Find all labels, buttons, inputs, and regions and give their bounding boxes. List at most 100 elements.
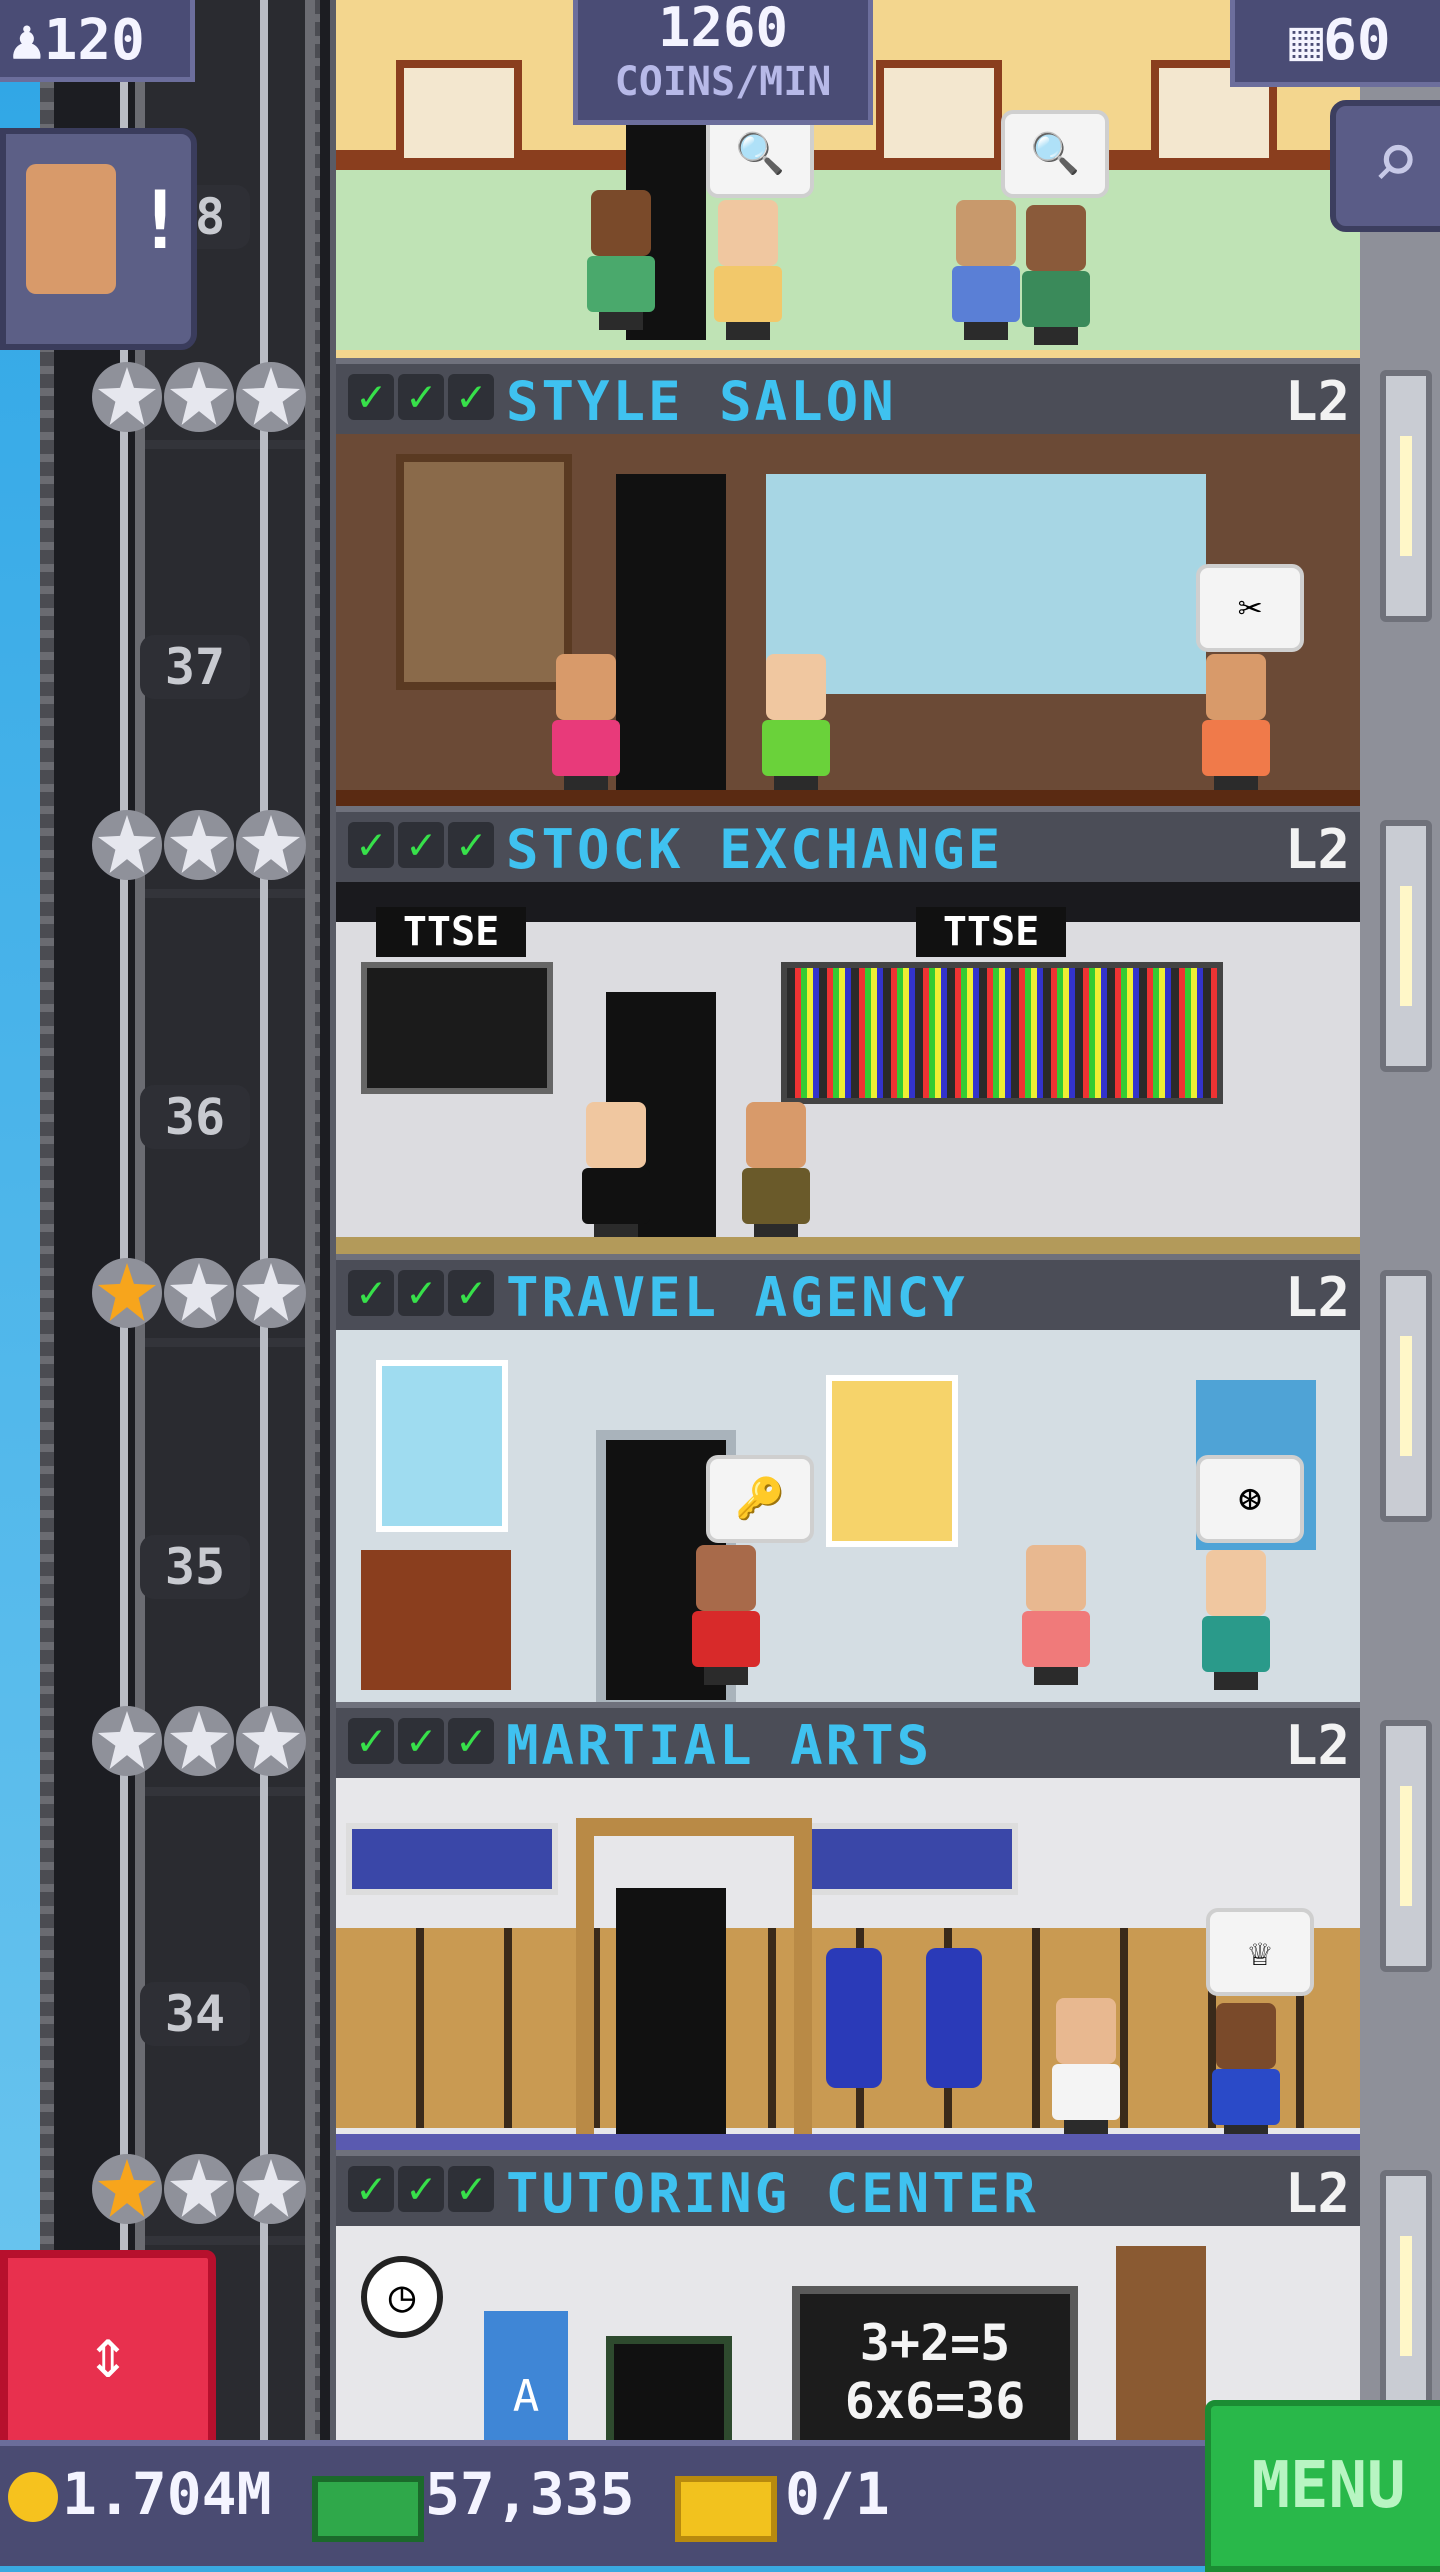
key-bubble-icon[interactable]: 🔑 — [706, 1455, 814, 1543]
dojo-banner — [346, 1823, 558, 1895]
search-bubble-icon[interactable]: 🔍 — [1001, 110, 1109, 198]
bitizen[interactable] — [686, 1545, 766, 1685]
rating-star-slot — [164, 362, 234, 432]
bitizen[interactable] — [576, 1102, 656, 1242]
check-icon: ✓ — [348, 1718, 394, 1764]
floor-number: 35 — [140, 1535, 250, 1599]
bitizen[interactable] — [946, 200, 1026, 340]
check-icon: ✓ — [348, 2166, 394, 2212]
check-icon: ✓ — [448, 374, 494, 420]
floor-room-martial-arts[interactable]: ♕ — [336, 1778, 1360, 2150]
check-icon: ✓ — [398, 1270, 444, 1316]
check-icon: ✓ — [448, 822, 494, 868]
bitizen[interactable] — [1206, 2003, 1286, 2143]
bitizen[interactable] — [1016, 1545, 1096, 1685]
floor-room-travel-agency[interactable]: 🔑 ⊛ — [336, 1330, 1360, 1702]
wall-window — [1380, 820, 1432, 1072]
clock-icon: ◷ — [361, 2256, 443, 2338]
bitizen[interactable] — [1196, 1550, 1276, 1690]
stock-ticker-board — [781, 962, 1223, 1104]
up-down-arrows-icon: ⇕ — [86, 2312, 130, 2394]
income-value: 1260 — [657, 0, 789, 59]
rating-star-slot — [236, 810, 306, 880]
floor-count[interactable]: ▦60 — [1230, 0, 1440, 87]
floor-level: L2 — [1284, 1266, 1350, 1329]
bux-amount: 57,335 — [425, 2460, 635, 2528]
chalkboard-line: 3+2=5 — [859, 2314, 1011, 2372]
star-icon — [170, 1263, 228, 1321]
star-icon — [242, 1711, 300, 1769]
lifebuoy-bubble-icon[interactable]: ⊛ — [1196, 1455, 1304, 1543]
check-icon: ✓ — [348, 374, 394, 420]
bitizen[interactable] — [708, 200, 788, 340]
wall-painting — [396, 60, 522, 166]
rating-star-slot — [164, 2154, 234, 2224]
search-button[interactable]: ⌕ — [1330, 100, 1440, 232]
floor-level: L2 — [1284, 818, 1350, 881]
star-icon — [242, 367, 300, 425]
tickets-amount: 0/1 — [785, 2460, 890, 2528]
travel-poster — [376, 1360, 508, 1532]
rating-star-slot — [164, 810, 234, 880]
star-icon — [242, 2159, 300, 2217]
vip-visitor-card[interactable]: ! — [0, 128, 197, 350]
chalkboard: 3+2=5 6x6=36 — [792, 2286, 1078, 2440]
scissors-bubble-icon[interactable]: ✂ — [1196, 564, 1304, 652]
bitizen[interactable] — [1046, 1998, 1126, 2138]
bitizen[interactable] — [756, 654, 836, 794]
gold-star-icon — [98, 1263, 156, 1321]
bitizen[interactable] — [581, 190, 661, 330]
alert-icon: ! — [136, 174, 185, 267]
punching-bag — [826, 1948, 882, 2088]
rating-star-slot — [92, 362, 162, 432]
ttse-sign: TTSE — [376, 907, 526, 957]
stock-chart-screen — [361, 962, 553, 1094]
star-icon — [170, 1711, 228, 1769]
check-icon: ✓ — [448, 1718, 494, 1764]
coin-icon — [8, 2472, 58, 2522]
floor-banner[interactable]: ✓ ✓ ✓ TUTORING CENTER L2 — [336, 2150, 1360, 2238]
gold-star-icon — [98, 2159, 156, 2217]
check-icon: ✓ — [448, 2166, 494, 2212]
person-icon: ♟ — [10, 8, 44, 73]
rating-star-slot — [92, 1258, 162, 1328]
vip-avatar — [26, 164, 116, 294]
sky — [0, 0, 40, 2560]
floor-banner[interactable]: ✓ ✓ ✓ TRAVEL AGENCY L2 — [336, 1254, 1360, 1342]
bitizen[interactable] — [1196, 654, 1276, 794]
floor-number: 36 — [140, 1085, 250, 1149]
punching-bag — [926, 1948, 982, 2088]
rating-star-slot — [236, 362, 306, 432]
check-icon: ✓ — [448, 1270, 494, 1316]
floor-number: 37 — [140, 635, 250, 699]
search-icon: ⌕ — [1371, 114, 1421, 207]
brochure-rack — [361, 1550, 511, 1690]
floor-room-stock-exchange[interactable]: TTSE TTSE — [336, 882, 1360, 1254]
check-icon: ✓ — [398, 374, 444, 420]
floor-banner[interactable]: ✓ ✓ ✓ STOCK EXCHANGE L2 — [336, 806, 1360, 894]
floor-level: L2 — [1284, 370, 1350, 433]
rating-star-slot — [92, 2154, 162, 2224]
bitizen[interactable] — [1016, 205, 1096, 345]
star-icon — [170, 367, 228, 425]
star-icon — [242, 815, 300, 873]
floor-banner[interactable]: ✓ ✓ ✓ MARTIAL ARTS L2 — [336, 1702, 1360, 1790]
floor-name: STOCK EXCHANGE — [506, 818, 1004, 881]
elevator-button[interactable]: ⇕ — [0, 2250, 216, 2456]
bookshelf — [1116, 2246, 1206, 2440]
bitizen[interactable] — [546, 654, 626, 794]
chalkboard-line: 6x6=36 — [844, 2372, 1026, 2430]
bitizen[interactable] — [736, 1102, 816, 1242]
ttse-sign: TTSE — [916, 907, 1066, 957]
income-display[interactable]: 1260 COINS/MIN — [573, 0, 873, 125]
floor-room-style-salon[interactable]: ✂ — [336, 434, 1360, 806]
apple-poster: A — [484, 2311, 568, 2440]
floor-name: TUTORING CENTER — [506, 2162, 1039, 2225]
tower-outer-wall — [1360, 0, 1440, 2440]
room-door — [616, 474, 726, 794]
coins-amount: 1.704M — [62, 2460, 272, 2528]
population-counter[interactable]: ♟120 — [0, 0, 195, 82]
floor-banner[interactable]: ✓ ✓ ✓ STYLE SALON L2 — [336, 358, 1360, 446]
menu-button[interactable]: MENU — [1205, 2400, 1440, 2572]
trophy-bubble-icon[interactable]: ♕ — [1206, 1908, 1314, 1996]
